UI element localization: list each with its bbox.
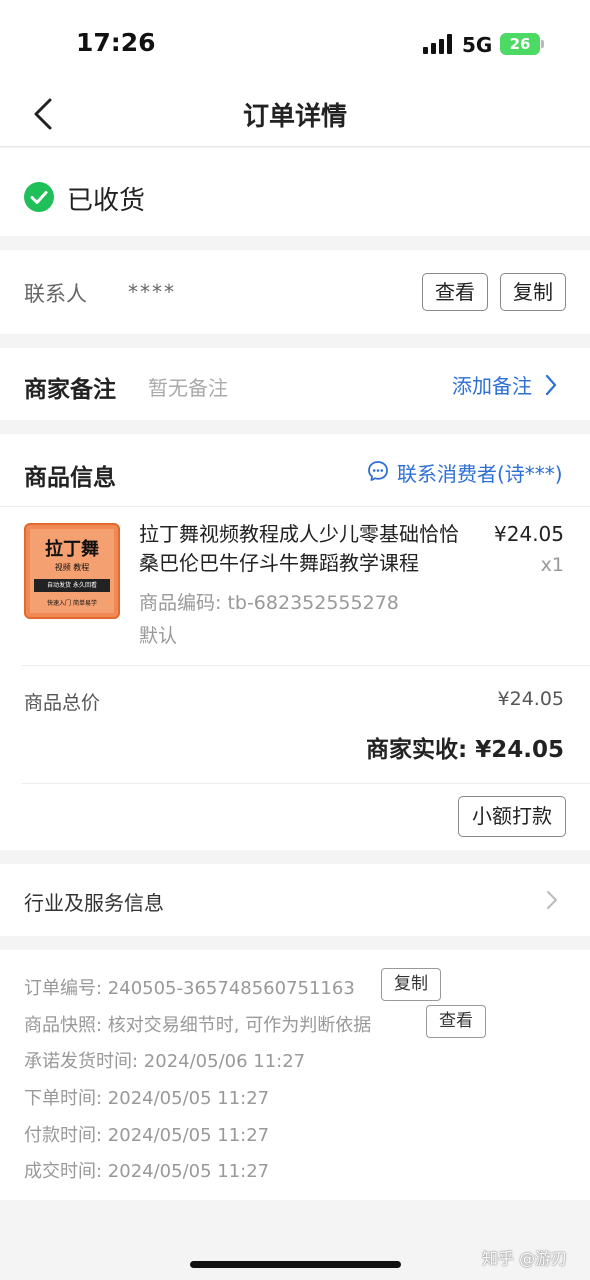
chevron-right-icon[interactable] xyxy=(544,374,558,396)
network-type: 5G xyxy=(462,33,493,57)
deal-time: 成交时间: 2024/05/05 11:27 xyxy=(24,1161,270,1182)
thumbnail-bar: 自动发货 永久回看 xyxy=(34,579,110,592)
snapshot-view-button[interactable]: 查看 xyxy=(426,1005,486,1038)
industry-service-label: 行业及服务信息 xyxy=(24,891,164,915)
thumbnail-subtitle: 视频 教程 xyxy=(54,563,90,572)
product-snapshot: 商品快照: 核对交易细节时, 可作为判断依据 xyxy=(24,1015,372,1036)
product-thumbnail[interactable]: 拉丁舞 视频 教程 自动发货 永久回看 快速入门 简单易学 xyxy=(24,523,120,619)
thumbnail-footer: 快速入门 简单易学 xyxy=(47,600,97,607)
contact-view-button[interactable]: 查看 xyxy=(422,273,488,311)
merchant-received-amount: 商家实收: ¥24.05 xyxy=(366,737,564,763)
contact-consumer-label: 联系消费者(诗***) xyxy=(397,462,563,486)
battery-icon: 26 xyxy=(500,33,540,55)
contact-value: **** xyxy=(128,280,176,304)
contact-copy-button[interactable]: 复制 xyxy=(500,273,566,311)
home-indicator xyxy=(190,1261,401,1268)
merchant-note-label: 商家备注 xyxy=(24,377,116,403)
nav-bar: 订单详情 xyxy=(0,80,590,147)
battery-tip xyxy=(541,40,544,48)
small-payment-button[interactable]: 小额打款 xyxy=(458,796,566,837)
product-price: ¥24.05 xyxy=(494,522,564,546)
product-quantity: x1 xyxy=(540,554,564,576)
goods-info-card: 商品信息 联系消费者(诗***) 拉丁舞 视频 教程 自动发货 永久回看 快速入… xyxy=(0,434,590,850)
industry-service-row[interactable]: 行业及服务信息 xyxy=(0,864,590,936)
merchant-note-card: 商家备注 暂无备注 添加备注 xyxy=(0,348,590,420)
page-title: 订单详情 xyxy=(242,102,347,132)
chevron-right-icon xyxy=(547,891,557,909)
contact-card: 联系人 **** 查看 复制 xyxy=(0,250,590,334)
goods-total-label: 商品总价 xyxy=(24,692,101,714)
chat-bubble-icon xyxy=(368,461,388,481)
battery-level: 26 xyxy=(509,35,531,53)
order-number: 订单编号: 240505-365748560751163 xyxy=(24,978,355,999)
watermark: 知乎 @游刃 xyxy=(482,1249,568,1268)
merchant-note-value: 暂无备注 xyxy=(148,376,228,400)
pay-time: 付款时间: 2024/05/05 11:27 xyxy=(24,1125,270,1146)
divider xyxy=(0,506,590,507)
goods-total-value: ¥24.05 xyxy=(497,688,564,710)
order-time: 下单时间: 2024/05/05 11:27 xyxy=(24,1088,270,1109)
product-spec: 默认 xyxy=(139,625,178,647)
divider xyxy=(22,783,590,784)
add-note-link[interactable]: 添加备注 xyxy=(452,370,532,399)
product-name[interactable]: 拉丁舞视频教程成人少儿零基础恰恰桑巴伦巴牛仔斗牛舞蹈教学课程 xyxy=(139,520,469,578)
thumbnail-title: 拉丁舞 xyxy=(45,539,99,560)
order-number-copy-button[interactable]: 复制 xyxy=(381,968,441,1001)
signal-icon xyxy=(423,34,452,54)
order-status-label: 已收货 xyxy=(67,186,146,216)
check-circle-icon xyxy=(24,182,54,212)
order-status-card: 已收货 xyxy=(0,148,590,236)
status-time: 17:26 xyxy=(76,28,156,57)
contact-label: 联系人 xyxy=(24,282,87,306)
order-info-card: 订单编号: 240505-365748560751163 复制 商品快照: 核对… xyxy=(0,950,590,1200)
goods-section-title: 商品信息 xyxy=(24,465,116,491)
promised-ship-time: 承诺发货时间: 2024/05/06 11:27 xyxy=(24,1051,306,1072)
divider xyxy=(22,665,590,666)
status-bar: 17:26 5G 26 xyxy=(0,0,590,80)
product-code: 商品编码: tb-682352555278 xyxy=(139,592,399,614)
